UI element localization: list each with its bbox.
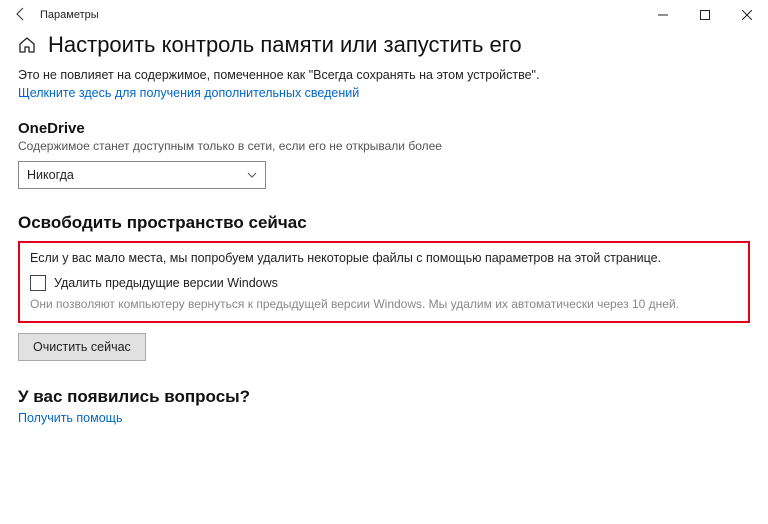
clean-now-button[interactable]: Очистить сейчас	[18, 333, 146, 361]
freespace-subtext: Они позволяют компьютеру вернуться к пре…	[30, 297, 738, 311]
freespace-text: Если у вас мало места, мы попробуем удал…	[30, 251, 738, 265]
onedrive-dropdown[interactable]: Никогда	[18, 161, 266, 189]
onedrive-description: Содержимое станет доступным только в сет…	[18, 139, 750, 153]
chevron-down-icon	[247, 169, 257, 181]
window-controls	[642, 1, 768, 29]
close-button[interactable]	[726, 1, 768, 29]
minimize-button[interactable]	[642, 1, 684, 29]
get-help-link[interactable]: Получить помощь	[18, 411, 122, 425]
titlebar: Параметры	[0, 0, 768, 30]
highlight-box: Если у вас мало места, мы попробуем удал…	[18, 241, 750, 323]
maximize-button[interactable]	[684, 1, 726, 29]
onedrive-title: OneDrive	[18, 120, 750, 137]
page-title: Настроить контроль памяти или запустить …	[48, 32, 522, 58]
delete-prev-windows-row: Удалить предыдущие версии Windows	[30, 275, 738, 291]
home-icon	[18, 36, 36, 54]
window-title: Параметры	[36, 9, 99, 21]
delete-prev-windows-checkbox[interactable]	[30, 275, 46, 291]
delete-prev-windows-label: Удалить предыдущие версии Windows	[54, 276, 278, 290]
dropdown-value: Никогда	[27, 168, 74, 182]
freespace-title: Освободить пространство сейчас	[18, 213, 750, 233]
back-button[interactable]	[6, 7, 36, 24]
content-area: Настроить контроль памяти или запустить …	[0, 30, 768, 427]
questions-title: У вас появились вопросы?	[18, 387, 750, 407]
page-header: Настроить контроль памяти или запустить …	[18, 32, 750, 58]
more-info-link[interactable]: Щелкните здесь для получения дополнитель…	[18, 86, 359, 100]
info-text: Это не повлияет на содержимое, помеченно…	[18, 68, 750, 82]
